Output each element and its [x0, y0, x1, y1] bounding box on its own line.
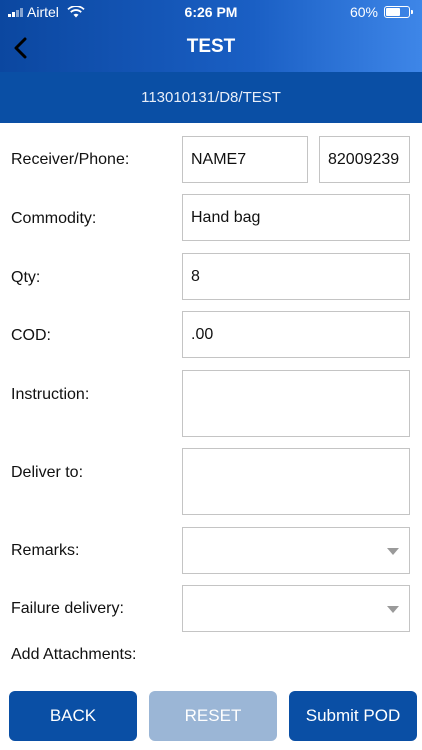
commodity-label: Commodity: [11, 210, 97, 227]
back-button[interactable]: BACK [9, 691, 137, 741]
receiver-phone-input[interactable]: 82009239 [319, 136, 410, 183]
page-title: TEST [186, 36, 236, 57]
remarks-select[interactable] [182, 527, 410, 574]
chevron-down-icon [387, 605, 399, 613]
reset-button[interactable]: RESET [149, 691, 277, 741]
deliver-to-textarea[interactable] [182, 448, 410, 515]
nav-bar: TEST [0, 24, 422, 72]
failure-delivery-label: Failure delivery: [11, 600, 124, 617]
submit-pod-button[interactable]: Submit POD [289, 691, 417, 741]
chevron-down-icon [387, 547, 399, 555]
qty-label: Qty: [11, 269, 41, 286]
receiver-name-input[interactable]: NAME7 [182, 136, 308, 183]
status-right: 60% [349, 4, 413, 20]
failure-delivery-select[interactable] [182, 585, 410, 632]
receiver-label: Receiver/Phone: [11, 151, 130, 168]
instruction-label: Instruction: [11, 386, 90, 403]
cod-input[interactable]: .00 [182, 311, 410, 358]
qty-input[interactable]: 8 [182, 253, 410, 300]
deliver-to-label: Deliver to: [11, 464, 84, 481]
add-attachments-label[interactable]: Add Attachments: [11, 646, 136, 664]
remarks-label: Remarks: [11, 542, 80, 559]
reference-subheader: 113010131/D8/TEST [0, 72, 422, 123]
battery-percent: 60% [349, 4, 378, 20]
status-bar: Airtel 6:26 PM 60% [0, 0, 422, 24]
app-header: Airtel 6:26 PM 60% TEST [0, 0, 422, 72]
reference-number: 113010131/D8/TEST [141, 89, 281, 106]
battery-icon [384, 6, 413, 18]
cod-label: COD: [11, 327, 51, 344]
instruction-textarea[interactable] [182, 370, 410, 437]
commodity-input[interactable]: Hand bag [182, 194, 410, 241]
